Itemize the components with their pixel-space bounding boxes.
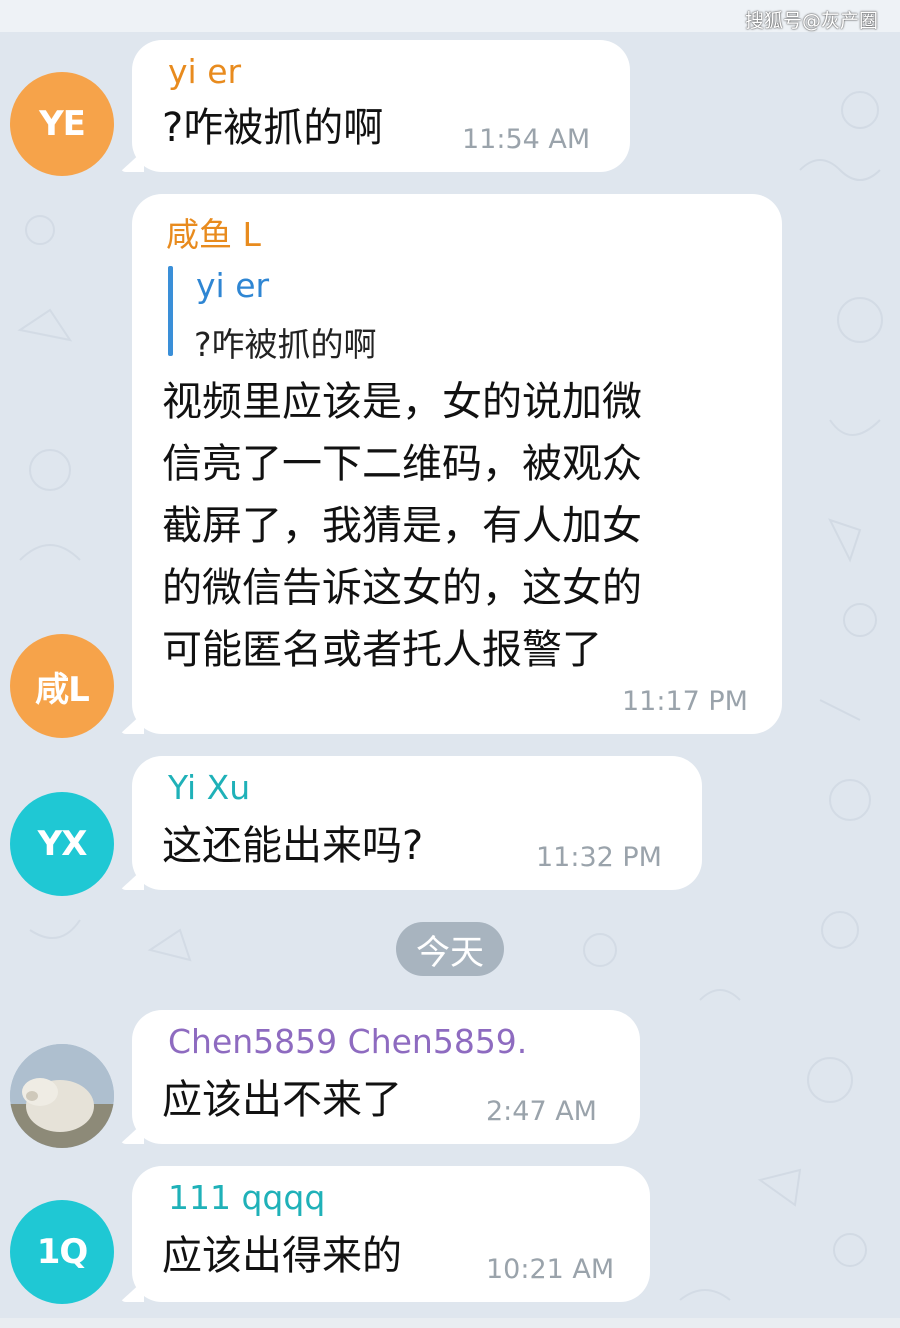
- reply-bar: [168, 266, 173, 356]
- sender-name[interactable]: Yi Xu: [168, 768, 250, 807]
- sender-name[interactable]: 咸鱼 L: [166, 208, 261, 256]
- sheep-photo-icon: [10, 1044, 114, 1148]
- message-text: 这还能出来吗?: [162, 823, 424, 869]
- message-line: 视频里应该是，女的说加微: [162, 379, 642, 425]
- message-time: 11:54 AM: [462, 124, 591, 155]
- message-line: 截屏了，我猜是，有人加女: [162, 503, 642, 549]
- message-time: 11:32 PM: [536, 842, 662, 873]
- avatar[interactable]: 1Q: [10, 1200, 114, 1304]
- message-bubble[interactable]: 111 qqqq 应该出得来的 10:21 AM: [120, 1166, 650, 1302]
- reply-text[interactable]: ?咋被抓的啊: [194, 318, 377, 366]
- message-time: 2:47 AM: [486, 1096, 597, 1127]
- message-bubble[interactable]: Chen5859 Chen5859. 应该出不来了 2:47 AM: [120, 1010, 640, 1144]
- date-divider: 今天: [396, 922, 504, 976]
- sender-name[interactable]: Chen5859 Chen5859.: [168, 1022, 527, 1061]
- sender-name[interactable]: 111 qqqq: [168, 1178, 325, 1217]
- message-text: ?咋被抓的啊: [162, 105, 384, 151]
- message-line: 的微信告诉这女的，这女的: [162, 565, 642, 611]
- message-line: 信亮了一下二维码，被观众: [162, 441, 642, 487]
- sender-name[interactable]: yi er: [168, 52, 241, 91]
- message-bubble[interactable]: 咸鱼 L yi er ?咋被抓的啊 视频里应该是，女的说加微 信亮了一下二维码，…: [120, 194, 782, 734]
- message-text: 应该出不来了: [162, 1077, 402, 1123]
- reply-sender[interactable]: yi er: [196, 266, 269, 305]
- avatar[interactable]: [10, 1044, 114, 1148]
- message-bubble[interactable]: Yi Xu 这还能出来吗? 11:32 PM: [120, 756, 702, 890]
- message-text: 应该出得来的: [162, 1233, 402, 1279]
- message-time: 11:17 PM: [622, 686, 748, 717]
- avatar[interactable]: 咸L: [10, 634, 114, 738]
- bottom-edge: [0, 1318, 900, 1328]
- message-bubble[interactable]: yi er ?咋被抓的啊 11:54 AM: [120, 40, 630, 172]
- avatar[interactable]: YE: [10, 72, 114, 176]
- message-time: 10:21 AM: [486, 1254, 615, 1285]
- avatar[interactable]: YX: [10, 792, 114, 896]
- message-line: 可能匿名或者托人报警了: [162, 627, 602, 673]
